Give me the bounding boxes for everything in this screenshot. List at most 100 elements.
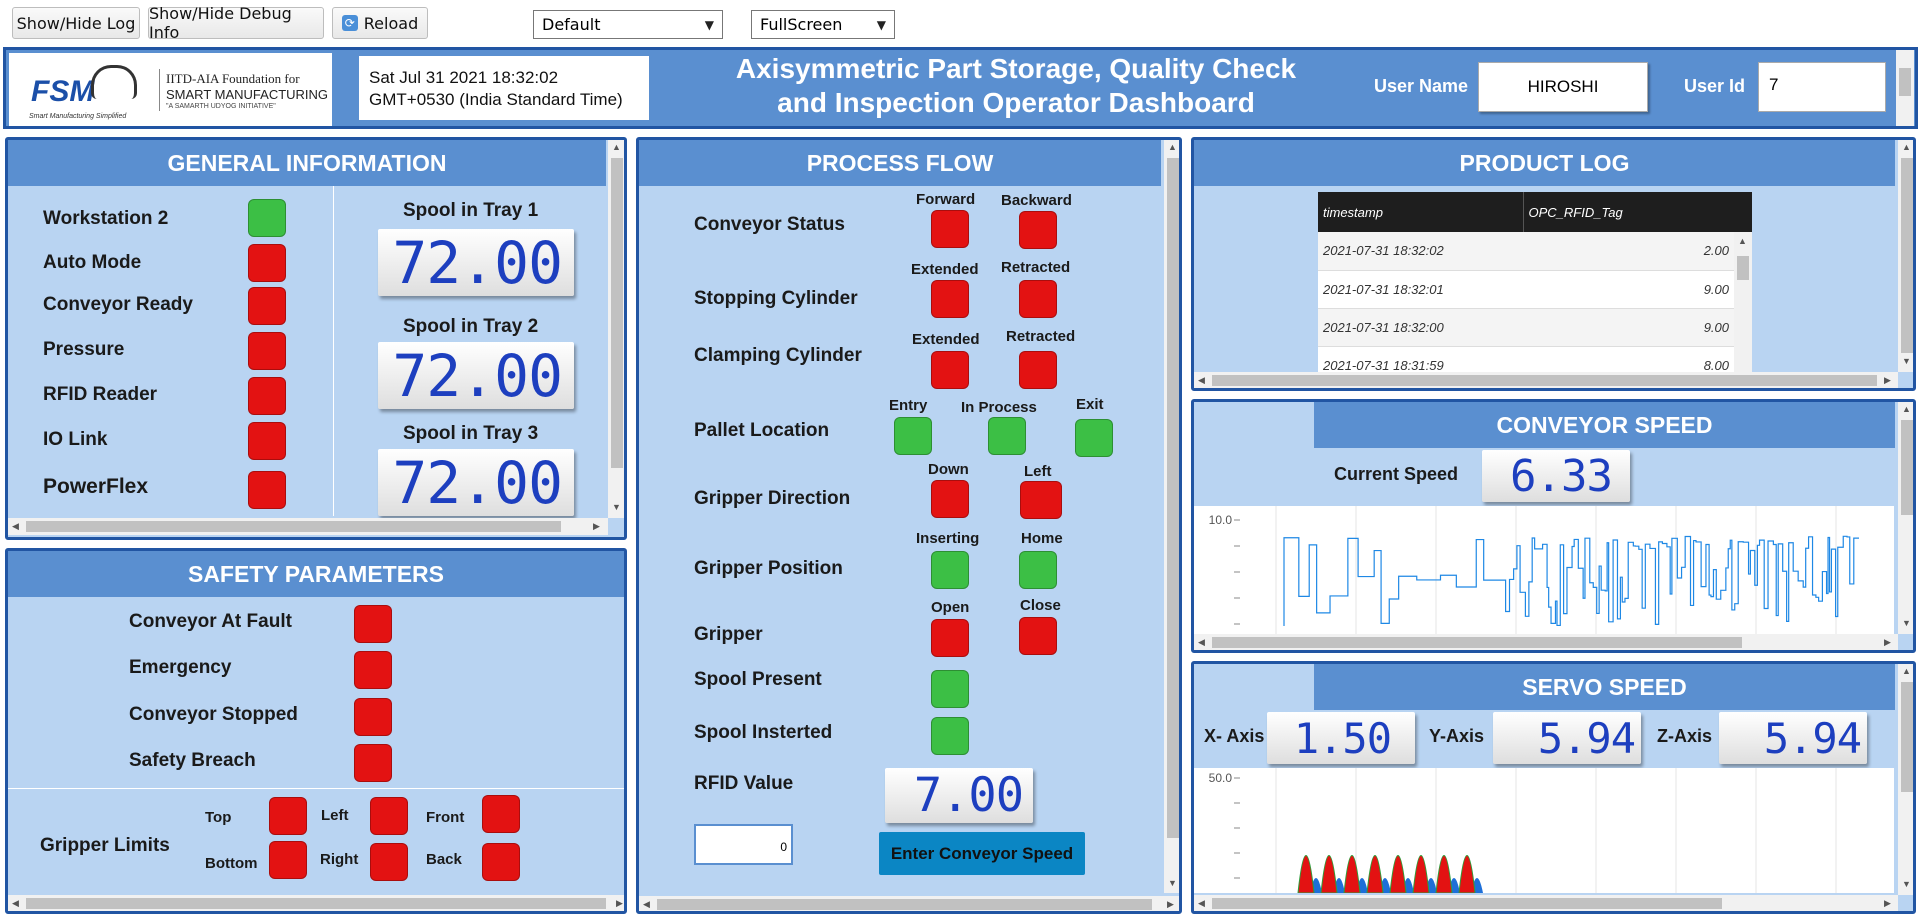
x-axis-display: 1.50 [1267, 712, 1415, 764]
datetime-line2: GMT+0530 (India Standard Time) [369, 90, 623, 109]
gripper-home-indicator [1019, 551, 1057, 589]
gripper-home-label: Home [1021, 530, 1063, 547]
product-log-panel: PRODUCT LOG timestamp OPC_RFID_Tag 2021-… [1191, 137, 1916, 391]
safety-breach-label: Safety Breach [129, 750, 256, 771]
powerflex-label: PowerFlex [43, 475, 149, 498]
cloud-icon [91, 65, 137, 99]
process-hscroll[interactable]: ◀ ▶ [639, 896, 1179, 911]
servo-speed-chart: 50.0 [1194, 768, 1894, 893]
stopping-extended-label: Extended [911, 261, 979, 278]
show-hide-debug-label: Show/Hide Debug Info [149, 4, 292, 42]
org-line2: SMART MANUFACTURING [166, 87, 329, 102]
conveyor-speed-title: CONVEYOR SPEED [1314, 402, 1895, 448]
fsm-logo: FSM [31, 75, 95, 108]
show-hide-debug-button[interactable]: Show/Hide Debug Info [148, 4, 324, 42]
conveyor-speed-input-value: 0 [780, 840, 787, 854]
clamping-retracted-label: Retracted [1006, 328, 1076, 345]
view-select-value: FullScreen [760, 15, 843, 34]
limit-bottom-indicator [269, 841, 307, 879]
process-vscroll[interactable]: ▲ ▼ [1164, 140, 1179, 893]
reload-icon: ⟳ [341, 15, 358, 31]
table-cell: 8.00 [1703, 357, 1729, 372]
servo-speed-title: SERVO SPEED [1314, 664, 1895, 710]
product-log-hscroll[interactable]: ◀ ▶ [1194, 372, 1898, 388]
spool-present-label: Spool Present [694, 669, 822, 690]
conveyor-stopped-indicator [354, 698, 392, 736]
table-cell: 2021-07-31 18:32:02 [1323, 243, 1444, 259]
conveyor-speed-input[interactable]: 0 [694, 824, 793, 865]
pallet-in-process-label: In Process [961, 399, 1037, 416]
spool-tray2-label: Spool in Tray 2 [403, 316, 539, 337]
product-log-title: PRODUCT LOG [1194, 140, 1895, 186]
limit-bottom-label: Bottom [205, 855, 258, 872]
general-vscroll[interactable]: ▲ ▼ [608, 140, 624, 518]
general-hscroll[interactable]: ◀ ▶ [8, 518, 608, 535]
forward-label: Forward [916, 191, 976, 208]
emergency-label: Emergency [129, 657, 232, 678]
product-log-table-scrollbar[interactable]: ▲ [1734, 192, 1752, 372]
column-header-rfid-tag[interactable]: OPC_RFID_Tag [1523, 192, 1734, 232]
user-id-value: 7 [1769, 75, 1779, 94]
spool-tray2-display: 72.00 [378, 342, 574, 410]
table-cell: 2021-07-31 18:32:00 [1323, 319, 1444, 335]
conveyor-fault-indicator [354, 605, 392, 643]
gripper-position-label: Gripper Position [694, 558, 843, 579]
datetime-box: Sat Jul 31 2021 18:32:02 GMT+0530 (India… [359, 56, 649, 120]
gripper-direction-label: Gripper Direction [694, 488, 851, 509]
view-select[interactable]: FullScreen ▼ [751, 10, 895, 39]
page-vscroll[interactable] [1900, 137, 1918, 914]
servo-speed-y-tick: 50.0 [1209, 771, 1233, 785]
user-name-field[interactable]: HIROSHI [1478, 62, 1648, 112]
show-hide-log-button[interactable]: Show/Hide Log [12, 7, 140, 39]
table-cell: 2021-07-31 18:31:59 [1323, 357, 1444, 372]
rfid-value-display: 7.00 [885, 768, 1033, 823]
reload-button[interactable]: ⟳ Reload [332, 7, 428, 39]
general-information-panel: GENERAL INFORMATION Workstation 2 Auto M… [5, 137, 627, 540]
spool-inserted-indicator [931, 717, 969, 755]
column-header-timestamp[interactable]: timestamp [1318, 192, 1524, 232]
table-cell: 2.00 [1703, 243, 1729, 259]
safety-divider [8, 788, 624, 789]
enter-conveyor-speed-button[interactable]: Enter Conveyor Speed [879, 832, 1085, 875]
theme-select[interactable]: Default ▼ [533, 10, 723, 39]
conveyor-ready-label: Conveyor Ready [43, 294, 193, 315]
powerflex-indicator [248, 471, 286, 509]
logo-divider [159, 69, 160, 111]
spool-tray3-label: Spool in Tray 3 [403, 423, 539, 444]
z-axis-display: 5.94 [1719, 712, 1867, 764]
stopping-retracted-indicator [1019, 280, 1057, 318]
servo-speed-hscroll[interactable]: ◀ ▶ [1194, 895, 1898, 911]
conveyor-speed-chart: 10.0 [1194, 506, 1894, 634]
pressure-indicator [248, 332, 286, 370]
page-title-line1: Axisymmetric Part Storage, Quality Check [735, 53, 1297, 84]
z-axis-label: Z-Axis [1657, 726, 1713, 746]
enter-conveyor-speed-label: Enter Conveyor Speed [890, 843, 1074, 863]
safety-breach-indicator [354, 744, 392, 782]
clamping-extended-indicator [931, 351, 969, 389]
x-axis-label: X- Axis [1204, 726, 1265, 746]
user-id-field[interactable]: 7 [1758, 62, 1886, 112]
gripper-down-indicator [931, 480, 969, 518]
user-name-value: HIROSHI [1527, 77, 1599, 96]
conveyor-speed-y-tick: 10.0 [1209, 513, 1233, 527]
conveyor-speed-hscroll[interactable]: ◀ ▶ [1194, 634, 1898, 650]
rfid-reader-indicator [248, 377, 286, 415]
header-scrollbar[interactable] [1896, 50, 1914, 126]
org-line1: IITD-AIA Foundation for [166, 71, 300, 86]
backward-indicator [1019, 211, 1057, 249]
general-information-title: GENERAL INFORMATION [8, 140, 606, 186]
limit-right-indicator [370, 843, 408, 881]
gripper-inserting-indicator [931, 551, 969, 589]
pallet-in-process-indicator [988, 417, 1026, 455]
stopping-retracted-label: Retracted [1001, 259, 1071, 276]
clamping-cylinder-label: Clamping Cylinder [694, 345, 862, 366]
gripper-left-indicator [1020, 481, 1062, 519]
limit-top-indicator [269, 797, 307, 835]
rfid-value-label: RFID Value [694, 773, 794, 794]
pallet-location-label: Pallet Location [694, 420, 830, 441]
clamping-extended-label: Extended [912, 331, 980, 348]
page-title-line2: and Inspection Operator Dashboard [777, 87, 1255, 118]
safety-hscroll[interactable]: ◀ ▶ [8, 895, 624, 911]
gripper-left-label: Left [1024, 463, 1052, 480]
datetime-line1: Sat Jul 31 2021 18:32:02 [369, 68, 559, 87]
